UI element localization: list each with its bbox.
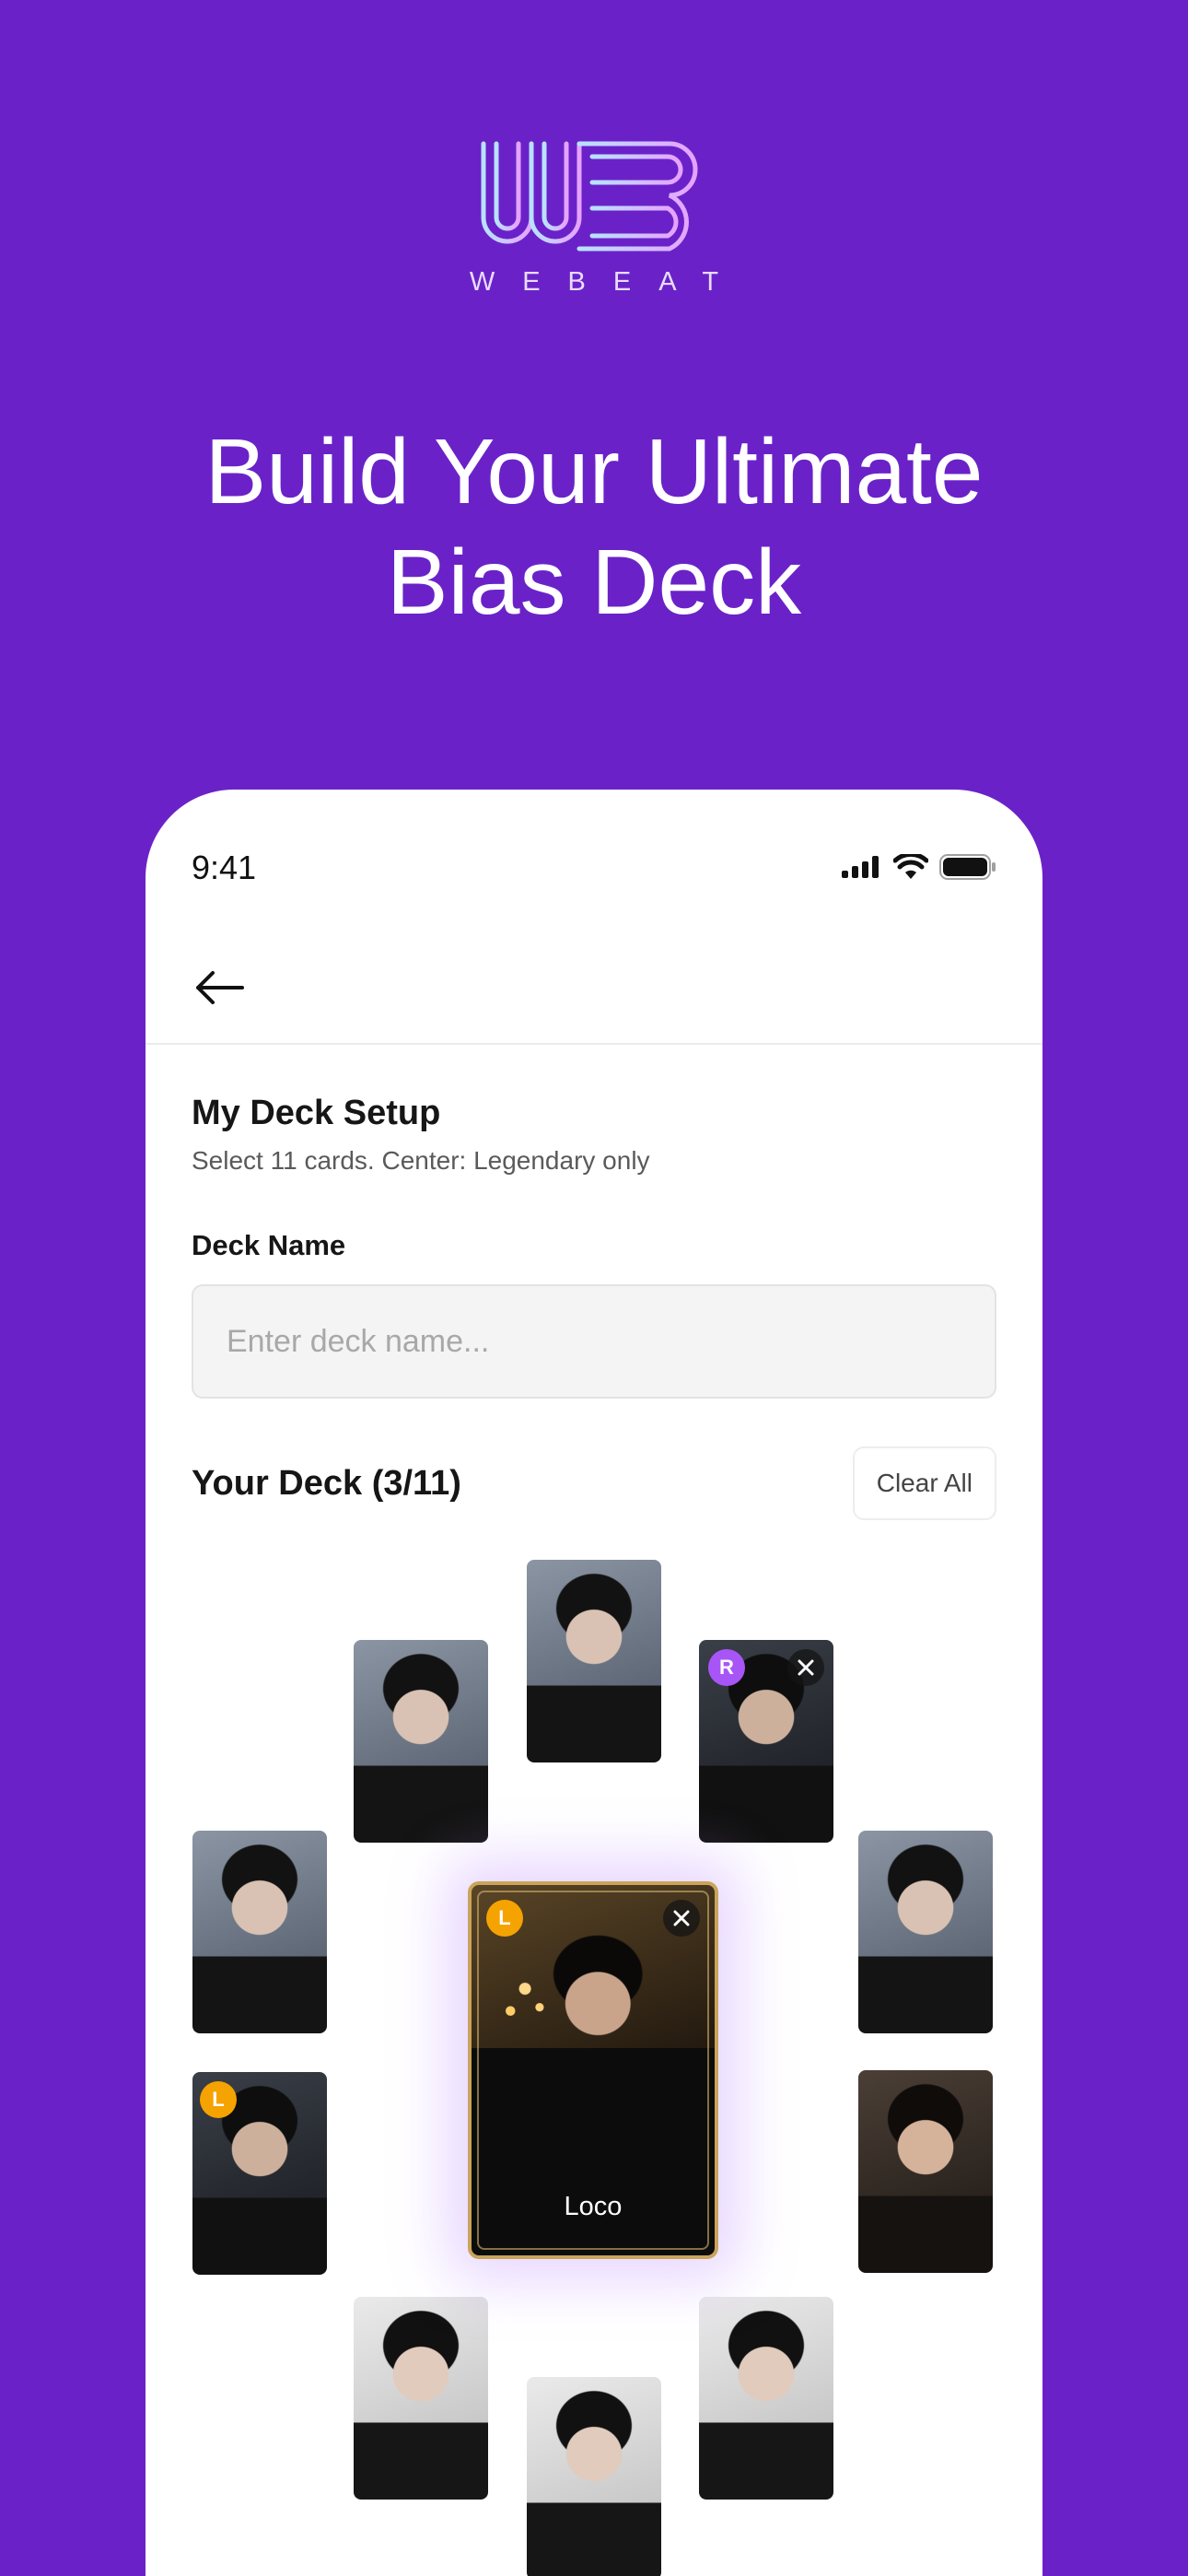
- center-card-name: Loco: [564, 2192, 623, 2221]
- deck-card-bottom-right[interactable]: [699, 2297, 833, 2500]
- cellular-signal-icon: [842, 856, 879, 878]
- deck-header: Your Deck (3/11) Clear All: [192, 1446, 996, 1520]
- arrow-left-icon: [196, 971, 244, 1004]
- status-time: 9:41: [192, 849, 257, 886]
- deck-setup-title: My Deck Setup: [192, 1094, 441, 1132]
- hero-headline: Build Your Ultimate Bias Deck: [0, 416, 1188, 638]
- status-icons: [842, 854, 996, 880]
- your-deck-title: Your Deck (3/11): [192, 1463, 461, 1503]
- status-bar: 9:41: [146, 790, 1042, 909]
- deck-setup-subtitle: Select 11 cards. Center: Legendary only: [192, 1146, 650, 1175]
- deck-card-mid-left[interactable]: [192, 1831, 327, 2033]
- phone-screen: 9:41 My Deck Setup Select 11 cards. Cent…: [146, 790, 1042, 2576]
- hero-line-1: Build Your Ultimate: [204, 420, 984, 523]
- webeat-logo-mark: [481, 141, 698, 252]
- rarity-badge: L: [200, 2081, 237, 2118]
- deck-card-top-center[interactable]: [527, 1560, 661, 1762]
- webeat-logo: WEBEAT: [0, 138, 1188, 298]
- webeat-wordmark: WEBEAT: [469, 267, 747, 297]
- rarity-badge: R: [708, 1649, 745, 1686]
- deck-card-upper-left[interactable]: [354, 1640, 488, 1843]
- battery-icon: [939, 854, 996, 880]
- close-icon: [673, 1910, 690, 1926]
- back-button[interactable]: [192, 960, 247, 1015]
- center-card[interactable]: L Loco: [468, 1881, 718, 2259]
- deck-card-bottom-center[interactable]: [527, 2377, 661, 2576]
- wifi-icon: [893, 854, 928, 879]
- deck-card-lower-left[interactable]: L: [192, 2072, 327, 2275]
- legendary-badge: L: [486, 1900, 523, 1937]
- hero-line-2: Bias Deck: [386, 531, 802, 634]
- deck-card-upper-right[interactable]: R: [699, 1640, 833, 1843]
- nav-bar: [146, 951, 1042, 1045]
- close-icon: [798, 1659, 814, 1676]
- deck-card-lower-right[interactable]: [858, 2070, 993, 2273]
- remove-center-card-button[interactable]: [663, 1900, 700, 1937]
- remove-card-button[interactable]: [787, 1649, 824, 1686]
- deck-name-input[interactable]: [192, 1284, 996, 1399]
- deck-card-bottom-left[interactable]: [354, 2297, 488, 2500]
- clear-all-button[interactable]: Clear All: [852, 1446, 996, 1520]
- deck-name-label: Deck Name: [192, 1229, 346, 1261]
- deck-card-mid-right[interactable]: [858, 1831, 993, 2033]
- deck-setup-section: My Deck Setup Select 11 cards. Center: L…: [192, 1094, 996, 1520]
